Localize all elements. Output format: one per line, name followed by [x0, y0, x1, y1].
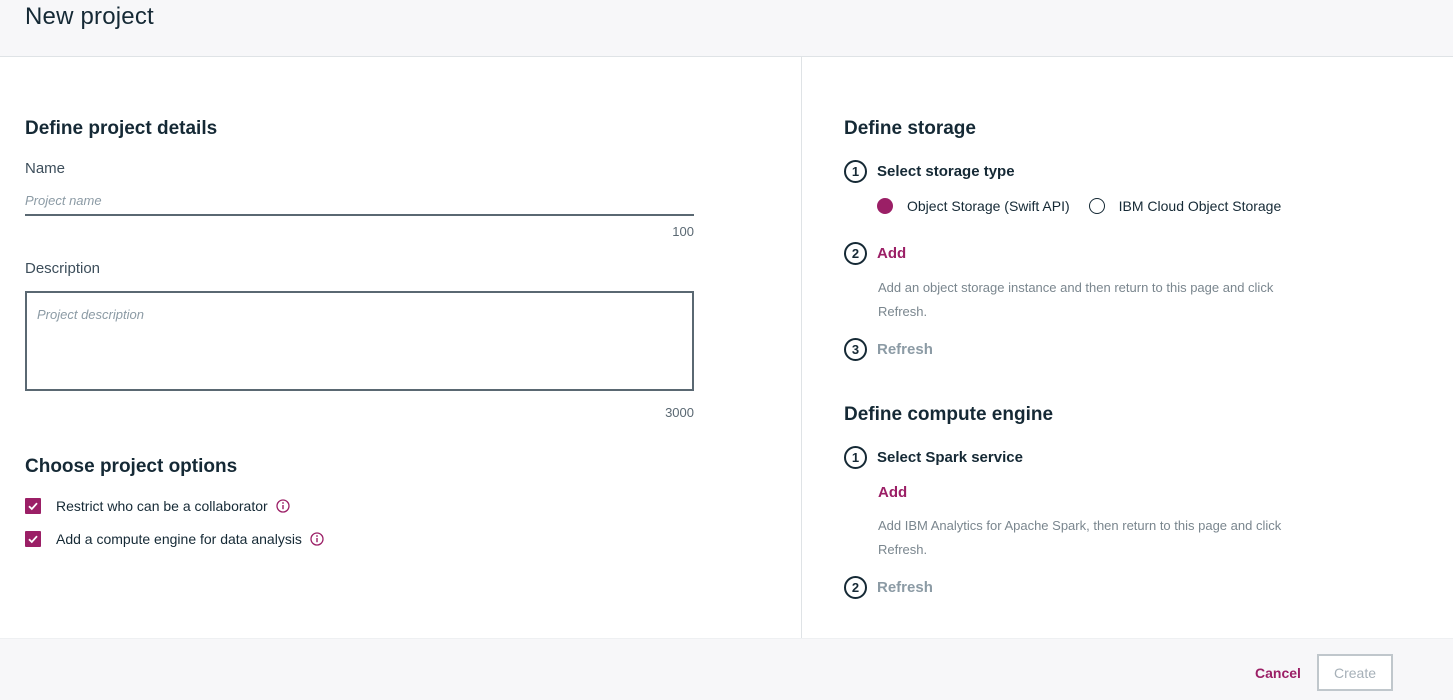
column-divider — [801, 57, 802, 638]
cancel-button[interactable]: Cancel — [1244, 663, 1312, 683]
page-header: New project — [0, 0, 1453, 57]
step-number: 2 — [844, 576, 867, 599]
project-description-input[interactable] — [25, 291, 694, 391]
create-button[interactable]: Create — [1317, 654, 1393, 691]
compute-add-link[interactable]: Add — [878, 484, 907, 501]
name-char-limit: 100 — [672, 224, 694, 239]
compute-engine-checkbox[interactable] — [25, 531, 41, 547]
description-label: Description — [25, 260, 101, 277]
info-icon[interactable] — [310, 532, 324, 546]
cloud-object-storage-radio[interactable] — [1088, 198, 1105, 214]
restrict-collaborator-label: Restrict who can be a collaborator — [56, 498, 268, 514]
step-number: 1 — [844, 160, 867, 183]
storage-step-add: 2 Add — [844, 242, 906, 265]
page-footer — [0, 638, 1453, 700]
step-label: Select storage type — [877, 163, 1015, 180]
cloud-object-storage-label[interactable]: IBM Cloud Object Storage — [1119, 198, 1282, 214]
compute-step-refresh: 2 Refresh — [844, 576, 933, 599]
project-details-title: Define project details — [25, 118, 218, 139]
compute-add-help: Add IBM Analytics for Apache Spark, then… — [878, 518, 1282, 557]
compute-refresh-link[interactable]: Refresh — [877, 579, 933, 596]
storage-step-refresh: 3 Refresh — [844, 338, 933, 361]
storage-add-help: Add an object storage instance and then … — [878, 280, 1274, 319]
swift-storage-label[interactable]: Object Storage (Swift API) — [907, 198, 1070, 214]
compute-engine-label: Add a compute engine for data analysis — [56, 531, 302, 547]
description-char-limit: 3000 — [665, 405, 694, 420]
project-name-input[interactable] — [25, 186, 694, 216]
page-title: New project — [25, 3, 154, 30]
project-options-title: Choose project options — [25, 456, 238, 477]
step-number: 1 — [844, 446, 867, 469]
name-label: Name — [25, 160, 66, 177]
option-compute-engine: Add a compute engine for data analysis — [25, 530, 324, 548]
step-label: Select Spark service — [877, 449, 1023, 466]
compute-step-select-spark: 1 Select Spark service — [844, 446, 1023, 469]
info-icon[interactable] — [276, 499, 290, 513]
storage-title: Define storage — [844, 118, 976, 139]
swift-storage-radio[interactable] — [877, 198, 893, 214]
step-number: 3 — [844, 338, 867, 361]
option-restrict-collaborator: Restrict who can be a collaborator — [25, 497, 290, 515]
storage-step-select-type: 1 Select storage type — [844, 160, 1015, 183]
compute-title: Define compute engine — [844, 404, 1054, 425]
storage-refresh-link[interactable]: Refresh — [877, 341, 933, 358]
storage-type-radio-group: Object Storage (Swift API) IBM Cloud Obj… — [877, 198, 1281, 214]
step-number: 2 — [844, 242, 867, 265]
restrict-collaborator-checkbox[interactable] — [25, 498, 41, 514]
storage-add-link[interactable]: Add — [877, 245, 906, 262]
